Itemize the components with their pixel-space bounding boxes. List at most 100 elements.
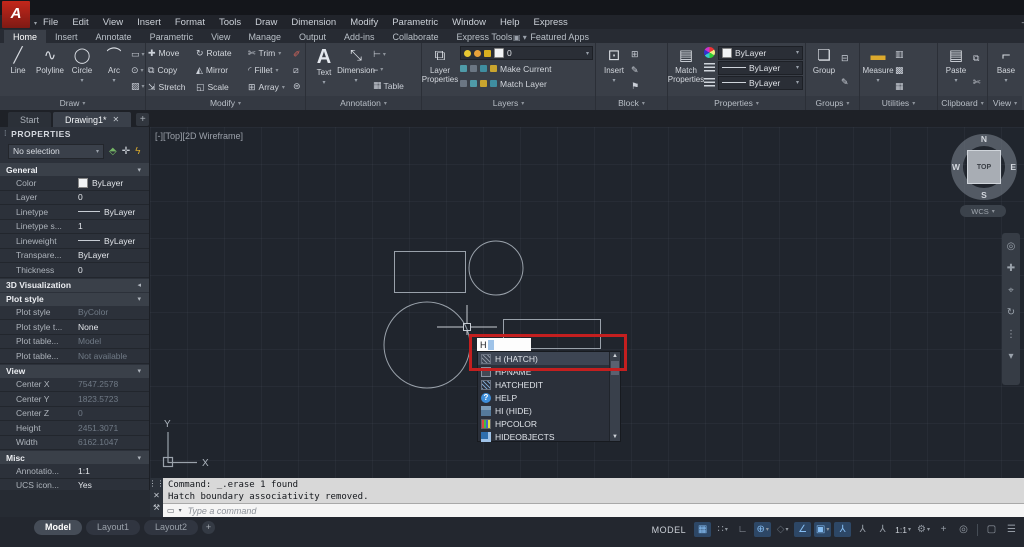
customization-menu-icon[interactable]: ☰ [1003, 522, 1020, 537]
scrollbar-thumb[interactable] [611, 361, 619, 375]
ribbon-tab-annotate[interactable]: Annotate [87, 30, 141, 43]
property-row-layer[interactable]: Layer0 [0, 191, 149, 206]
property-row-plot-style[interactable]: Plot styleByColor [0, 306, 149, 321]
property-row-color[interactable]: ColorByLayer [0, 176, 149, 191]
section-header-plot-style[interactable]: Plot style▾ [0, 293, 149, 306]
clean-screen-icon[interactable]: ▢ [983, 522, 1000, 537]
ribbon-button-dimension[interactable]: ⤡Dimension▾ [340, 44, 372, 96]
cut-button[interactable]: ✄ [973, 77, 981, 88]
ribbon-tab-featured-apps[interactable]: Featured Apps [521, 30, 598, 43]
command-prompt-icon[interactable]: ▭ [167, 506, 175, 515]
point-style-button[interactable]: ▦ [895, 81, 904, 92]
panel-label-layers[interactable]: Layers▾ [422, 96, 595, 110]
hatch-button[interactable]: ▨▾ [131, 81, 145, 92]
viewport-controls-label[interactable]: [-][Top][2D Wireframe] [155, 131, 243, 141]
erase-button[interactable]: ✐ [293, 49, 301, 60]
property-row-plot-table[interactable]: Plot table...Model [0, 335, 149, 350]
chevron-down-icon[interactable]: ▾ [1008, 351, 1013, 362]
autocomplete-item-help[interactable]: ?HELP [478, 391, 620, 404]
ribbon-options-icon[interactable]: ▣ ▾ [513, 33, 527, 43]
model-space-label[interactable]: MODEL [652, 525, 687, 535]
isolate-objects-icon[interactable]: ◎ [955, 522, 972, 537]
lineweight-dropdown[interactable]: ByLayer▾ [718, 61, 803, 75]
annotation-visibility-icon[interactable]: ⅄ [834, 522, 851, 537]
property-row-center-x[interactable]: Center X7547.2578 [0, 378, 149, 393]
property-row-height[interactable]: Height2451.3071 [0, 421, 149, 436]
ribbon-tab-parametric[interactable]: Parametric [141, 30, 203, 43]
object-snap-tracking-icon[interactable]: ∠ [794, 522, 811, 537]
ribbon-button-measure[interactable]: ▬Measure▾ [862, 44, 894, 96]
ribbon-button-base[interactable]: ⌐Base▾ [990, 44, 1022, 96]
property-row-center-z[interactable]: Center Z0 [0, 407, 149, 422]
menu-draw[interactable]: Draw [248, 17, 284, 28]
ribbon-button-polyline[interactable]: ∿Polyline [34, 44, 66, 96]
menu-parametric[interactable]: Parametric [385, 17, 445, 28]
wcs-dropdown[interactable]: WCS ▾ [960, 205, 1006, 217]
panel-label-modify[interactable]: Modify▾ [146, 96, 305, 110]
ribbon-button-rotate[interactable]: ↻Rotate [196, 45, 248, 62]
menu-file[interactable]: File [36, 17, 65, 28]
new-drawing-button[interactable]: + [136, 113, 149, 126]
autocomplete-item-h-hatch[interactable]: H (HATCH) [478, 352, 620, 365]
section-header-3d-visualization[interactable]: 3D Visualization◂ [0, 279, 149, 292]
quick-select-button[interactable]: ▥ [895, 49, 904, 60]
ribbon-button-match-layer[interactable]: Match Layer [460, 77, 593, 90]
property-row-lineweight[interactable]: LineweightByLayer [0, 234, 149, 249]
menu-modify[interactable]: Modify [343, 17, 385, 28]
annotation-scale-icon[interactable]: ⅄ [874, 522, 891, 537]
panel-label-annotation[interactable]: Annotation▾ [306, 96, 421, 110]
ribbon-tab-output[interactable]: Output [290, 30, 335, 43]
autocomplete-item-hi-hide[interactable]: HI (HIDE) [478, 404, 620, 417]
workspace-switching-icon[interactable]: ⚙▾ [915, 522, 932, 537]
autoscale-icon[interactable]: ⅄ [854, 522, 871, 537]
file-tab-drawing1[interactable]: Drawing1*✕ [53, 112, 131, 127]
zoom-extents-icon[interactable]: ⌖ [1008, 285, 1014, 296]
ribbon-button-array[interactable]: ⊞Array▾ [248, 79, 292, 96]
rectangle-button[interactable]: ▭▾ [131, 49, 145, 60]
customize-plus-icon[interactable]: + [935, 522, 952, 537]
panel-label-properties[interactable]: Properties▾ [668, 96, 805, 110]
viewcube-east[interactable]: E [1010, 162, 1016, 172]
viewcube[interactable]: N S W E TOP [950, 133, 1018, 201]
orbit-icon[interactable]: ↻ [1007, 307, 1015, 318]
offset-button[interactable]: ⊜ [293, 81, 301, 92]
annotation-scale-value[interactable]: 1:1▾ [894, 522, 912, 537]
viewcube-top-face[interactable]: TOP [967, 150, 1001, 184]
ellipse-button[interactable]: ⊙▾ [131, 65, 145, 76]
viewcube-south[interactable]: S [981, 190, 987, 200]
menu-window[interactable]: Window [445, 17, 493, 28]
menu-tools[interactable]: Tools [212, 17, 248, 28]
command-input[interactable] [186, 505, 490, 517]
toggle-pickadd-icon[interactable]: ⬘ [109, 146, 117, 157]
ribbon-button-line[interactable]: ╱Line [2, 44, 34, 96]
polar-tracking-icon[interactable]: ⊕▾ [754, 522, 771, 537]
ribbon-tab-add-ins[interactable]: Add-ins [335, 30, 384, 43]
menu-dimension[interactable]: Dimension [284, 17, 343, 28]
leader-button[interactable]: ⌐▾ [373, 65, 404, 75]
dynamic-command-input[interactable]: H [477, 338, 531, 351]
ribbon-button-stretch[interactable]: ⇲Stretch [148, 79, 196, 96]
menu-insert[interactable]: Insert [130, 17, 168, 28]
section-header-view[interactable]: View▾ [0, 365, 149, 378]
ribbon-button-circle[interactable]: ◯Circle▾ [66, 44, 98, 96]
explode-button[interactable]: ⧄ [293, 65, 301, 76]
layout-tab-layout1[interactable]: Layout1 [86, 520, 140, 535]
menu-express[interactable]: Express [526, 17, 574, 28]
ribbon-tab-home[interactable]: Home [4, 30, 46, 43]
panel-label-clipboard[interactable]: Clipboard▾ [938, 96, 987, 110]
selection-dropdown[interactable]: No selection ▾ [8, 144, 104, 159]
ribbon-tab-collaborate[interactable]: Collaborate [384, 30, 448, 43]
layer-dropdown[interactable]: 0▾ [460, 46, 593, 60]
panel-label-view[interactable]: View▾ [988, 96, 1022, 110]
ribbon-button-scale[interactable]: ◱Scale [196, 79, 248, 96]
autocomplete-item-hideobjects[interactable]: HIDEOBJECTS [478, 430, 620, 443]
showmotion-icon[interactable]: ⋮ [1006, 329, 1016, 340]
application-menu-button[interactable]: A▾ [2, 1, 30, 28]
linetype-dropdown[interactable]: ByLayer▾ [718, 76, 803, 90]
ribbon-button-copy[interactable]: ⧉Copy [148, 62, 196, 79]
panel-label-groups[interactable]: Groups▾ [806, 96, 859, 110]
pan-icon[interactable]: ✚ [1007, 263, 1015, 274]
property-row-thickness[interactable]: Thickness0 [0, 263, 149, 278]
file-tab-start[interactable]: Start [8, 112, 51, 127]
ribbon-button-move[interactable]: ✚Move [148, 45, 196, 62]
